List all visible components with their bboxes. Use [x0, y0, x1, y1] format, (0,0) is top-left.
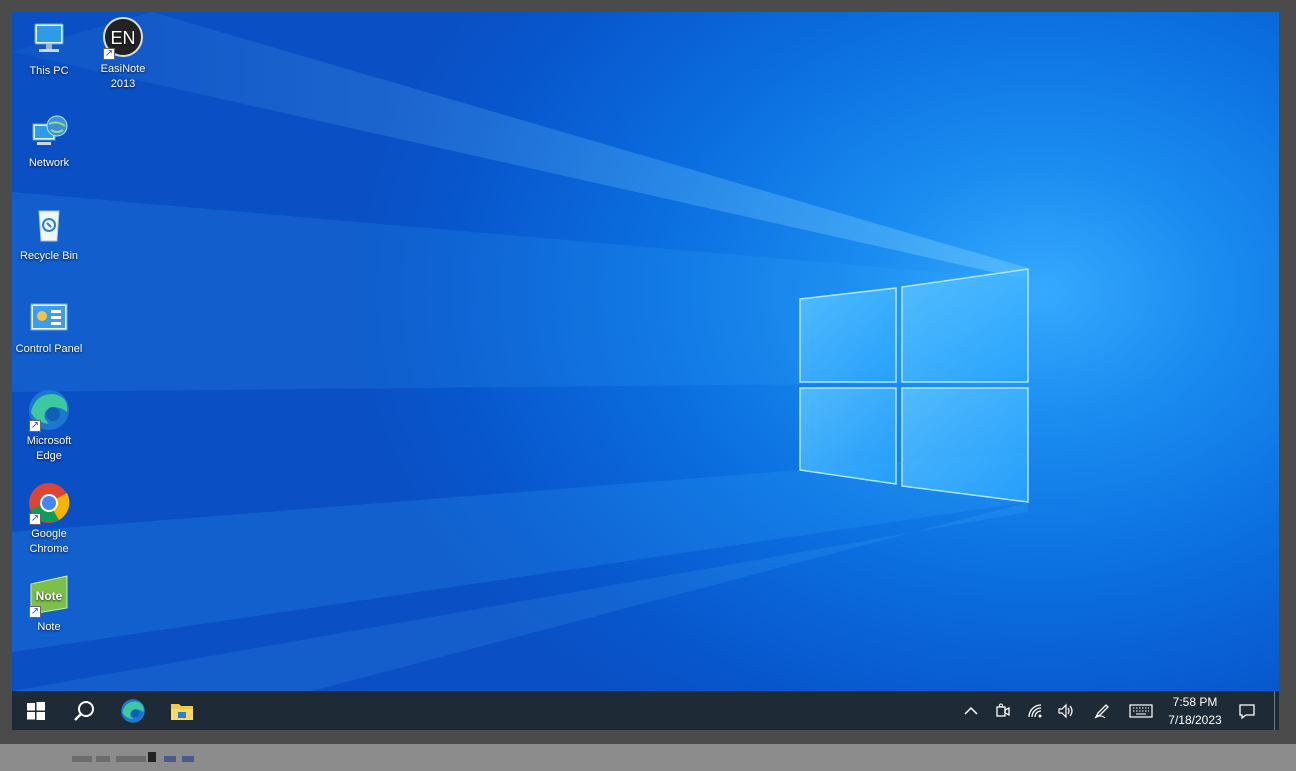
edge-icon: ↗ [27, 388, 71, 432]
desktop-icon-label: Google Chrome [29, 528, 69, 555]
desktop-icon-microsoft-edge[interactable]: ↗ Microsoft Edge [12, 388, 86, 464]
shortcut-arrow-icon: ↗ [29, 513, 41, 525]
desktop-icon-google-chrome[interactable]: ↗ Google Chrome [12, 481, 86, 557]
taskbar-edge-button[interactable] [109, 691, 157, 730]
shortcut-arrow-icon: ↗ [103, 48, 115, 60]
chrome-icon: ↗ [27, 481, 71, 525]
desktop-icon-label: Recycle Bin [19, 250, 79, 262]
search-icon [74, 700, 94, 721]
desktop-icon-easinote[interactable]: EN ↗ EasiNote 2013 [86, 16, 160, 92]
easinote-icon: EN ↗ [101, 16, 145, 60]
bottom-bezel [0, 744, 1296, 771]
shortcut-arrow-icon: ↗ [29, 420, 41, 432]
action-center-button[interactable] [1234, 691, 1260, 730]
start-button[interactable] [12, 691, 60, 730]
meet-now-button[interactable] [990, 691, 1016, 730]
search-button[interactable] [60, 691, 108, 730]
computer-icon [27, 18, 71, 62]
windows-logo-wallpaper [12, 12, 1029, 691]
clock-time: 7:58 PM [1172, 695, 1218, 709]
taskbar: 7:58 PM 7/18/2023 [12, 691, 1279, 730]
shortcut-arrow-icon: ↗ [29, 606, 41, 618]
pen-workspace-button[interactable] [1089, 691, 1115, 730]
note-icon: Note ↗ [27, 574, 71, 618]
touch-keyboard-icon [1129, 703, 1153, 718]
desktop-icon-recycle-bin[interactable]: Recycle Bin [12, 203, 86, 264]
volume-button[interactable] [1053, 691, 1079, 730]
edge-icon [121, 698, 145, 723]
desktop-icon-network[interactable]: Network [12, 110, 86, 171]
desktop-icon-label: Network [28, 157, 70, 169]
desktop-icon-label: Note [37, 621, 61, 633]
device-frame: This PC EN ↗ EasiNote 2013 Network Recyc… [0, 0, 1296, 771]
pen-icon [1094, 703, 1109, 718]
control-panel-icon [27, 296, 71, 340]
wallpaper [12, 12, 1279, 691]
show-hidden-icons-button[interactable] [958, 691, 984, 730]
clock-date: 7/18/2023 [1168, 713, 1222, 727]
desktop-icon-label: This PC [29, 65, 69, 77]
desktop-screen: This PC EN ↗ EasiNote 2013 Network Recyc… [12, 12, 1279, 730]
desktop-icon-control-panel[interactable]: Control Panel [12, 296, 86, 357]
network-tray-button[interactable] [1022, 691, 1048, 730]
show-desktop-button[interactable] [1274, 691, 1279, 730]
chevron-up-icon [964, 706, 978, 715]
desktop-icon-label: EasiNote 2013 [100, 63, 146, 90]
desktop-icon-label: Control Panel [15, 343, 83, 355]
file-explorer-icon [171, 703, 193, 720]
desktop-icon-note[interactable]: Note ↗ Note [12, 574, 86, 635]
volume-icon [1058, 703, 1073, 718]
wifi-icon [1028, 703, 1042, 717]
touch-keyboard-button[interactable] [1126, 691, 1156, 730]
desktop-icon-this-pc[interactable]: This PC [12, 18, 86, 79]
taskbar-clock[interactable]: 7:58 PM 7/18/2023 [1160, 693, 1230, 729]
desktop-icon-label: Microsoft Edge [26, 435, 72, 462]
start-icon [27, 701, 45, 720]
easinote-glyph-text: EN [110, 28, 135, 48]
file-explorer-button[interactable] [158, 691, 206, 730]
action-center-icon [1239, 703, 1255, 719]
network-icon [27, 110, 71, 154]
meet-now-icon [996, 703, 1010, 717]
recycle-bin-icon [27, 203, 71, 247]
note-glyph-text: Note [36, 589, 63, 603]
